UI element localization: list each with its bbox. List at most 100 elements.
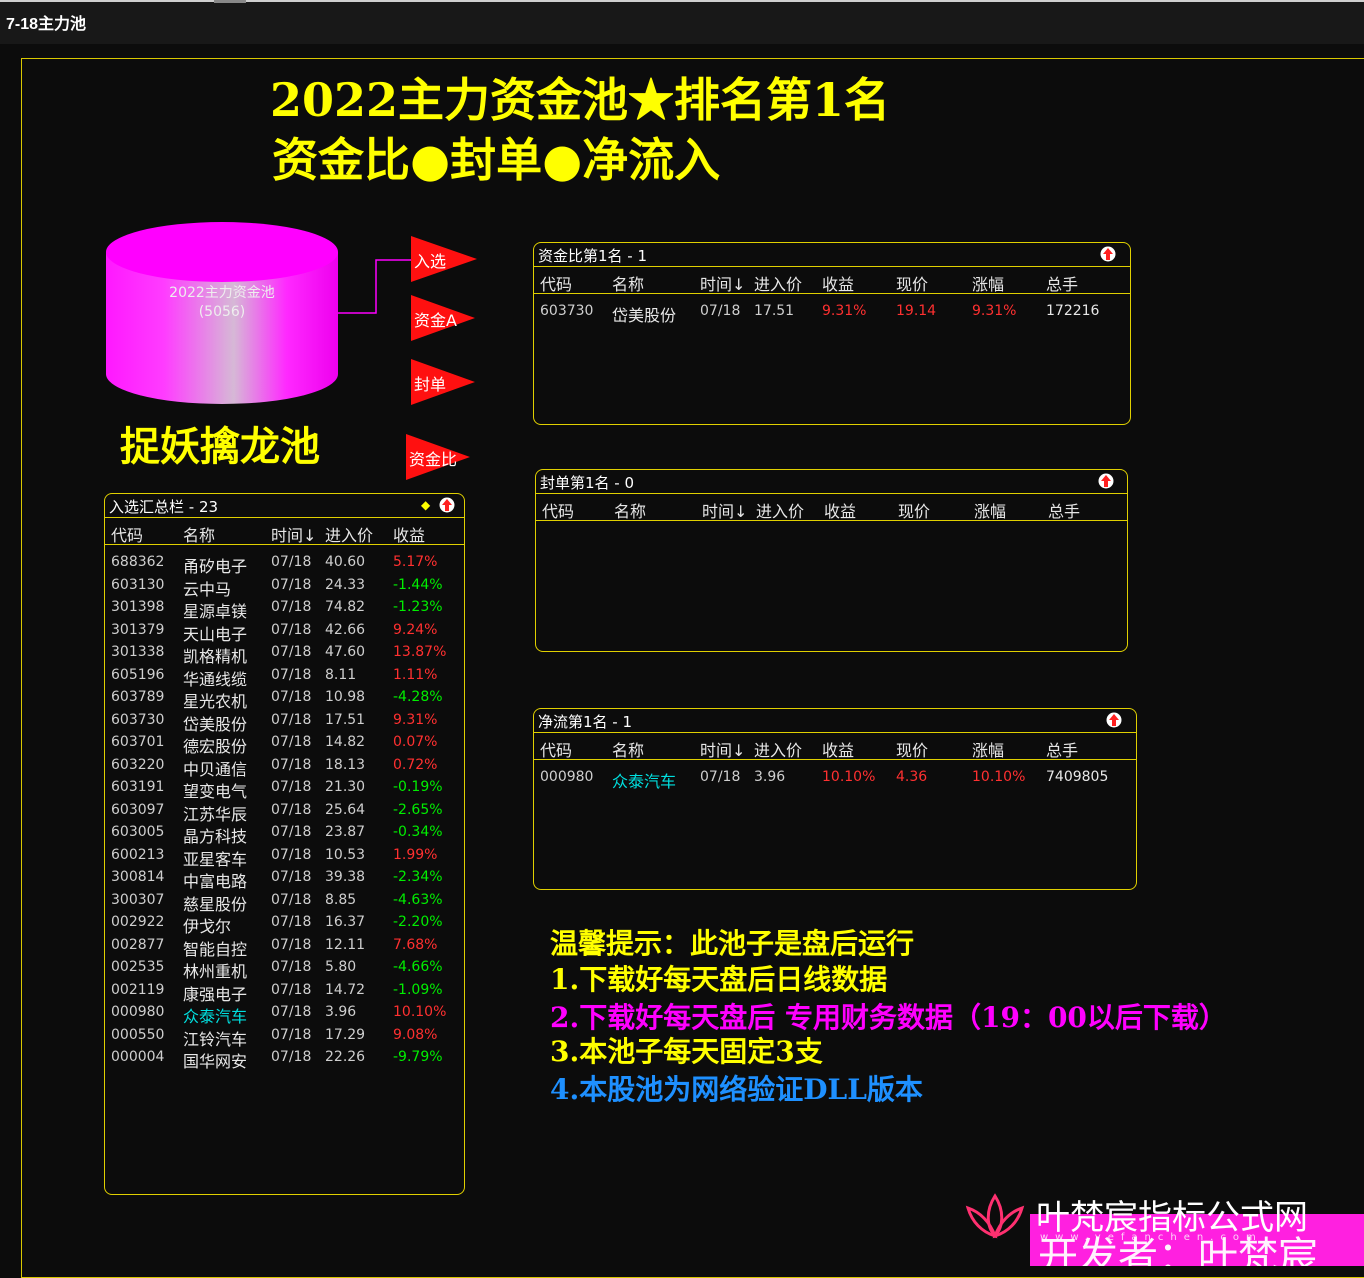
row-code: 000550 xyxy=(111,1026,165,1043)
column-header: 名称 xyxy=(612,741,645,760)
column-header: 收益 xyxy=(824,502,857,521)
row-time: 07/18 xyxy=(271,824,312,840)
column-header: 时间↓ xyxy=(700,275,746,294)
row-name: 众泰汽车 xyxy=(612,772,677,791)
flag-label: 入选 xyxy=(414,252,447,271)
notice-heading: 温馨提示：此池子是盘后运行 xyxy=(550,927,915,960)
row-name: 江铃汽车 xyxy=(183,1029,248,1049)
row-time: 07/18 xyxy=(700,769,741,785)
column-header: 总手 xyxy=(1048,502,1081,521)
row-price: 17.51 xyxy=(325,711,366,728)
flag-label: 资金A xyxy=(414,311,457,330)
row-price: 16.37 xyxy=(325,914,366,930)
row-time: 07/18 xyxy=(271,801,312,818)
row-price: 42.66 xyxy=(325,621,366,638)
column-header: 时间↓ xyxy=(700,741,746,760)
column-header: 名称 xyxy=(612,275,645,294)
flag-label: 封单 xyxy=(414,375,447,394)
row-time: 07/18 xyxy=(271,711,312,728)
row-time: 07/18 xyxy=(271,959,312,975)
row-time: 07/18 xyxy=(271,554,312,570)
row-gain: 9.31% xyxy=(822,303,867,319)
row-name: 江苏华辰 xyxy=(183,804,248,824)
row-gain: -1.09% xyxy=(393,981,443,998)
row-name: 中贝通信 xyxy=(183,759,248,779)
row-gain: -1.23% xyxy=(393,599,443,615)
row-price: 8.85 xyxy=(325,891,357,908)
column-header: 现价 xyxy=(896,741,929,760)
row-gain: 7.68% xyxy=(393,936,438,953)
row-gain: -0.34% xyxy=(393,824,443,840)
row-gain: -2.20% xyxy=(393,914,443,930)
row-code: 301398 xyxy=(111,599,165,615)
row-time: 07/18 xyxy=(271,599,312,615)
column-header: 代码 xyxy=(111,526,144,545)
row-price: 12.11 xyxy=(325,936,366,953)
notice-item-1: 1.下载好每天盘后日线数据 xyxy=(550,963,888,996)
row-time: 07/18 xyxy=(271,1049,312,1065)
column-header: 进入价 xyxy=(754,741,803,760)
row-time: 07/18 xyxy=(271,644,312,660)
column-header: 涨幅 xyxy=(972,741,1005,760)
row-name: 林州重机 xyxy=(183,962,248,981)
row-name: 天山电子 xyxy=(183,624,248,644)
notice-item-4: 4.本股池为网络验证DLL版本 xyxy=(550,1073,923,1106)
column-header: 代码 xyxy=(540,275,573,294)
row-gain: 1.99% xyxy=(393,846,438,863)
diamond-icon: ◆ xyxy=(421,498,431,512)
row-time: 07/18 xyxy=(271,891,312,908)
row-time: 07/18 xyxy=(271,846,312,863)
row-code: 603730 xyxy=(111,711,165,728)
row-gain: 10.10% xyxy=(393,1004,447,1020)
row-price: 22.26 xyxy=(325,1049,366,1065)
row-gain: 5.17% xyxy=(393,554,438,570)
row-gain: -1.44% xyxy=(393,576,443,593)
row-name: 星源卓镁 xyxy=(183,602,248,621)
row-code: 603097 xyxy=(111,801,165,818)
rank-panel-title: 净流第1名 - 1 xyxy=(538,713,633,731)
sort-up-arrow-icon[interactable] xyxy=(1100,246,1116,262)
row-time: 07/18 xyxy=(700,303,741,319)
row-price: 14.82 xyxy=(325,734,366,750)
column-header: 收益 xyxy=(822,275,855,294)
site-url: www.yefanchen.com xyxy=(1040,1232,1263,1243)
row-gain: -9.79% xyxy=(393,1049,443,1065)
row-change: 10.10% xyxy=(972,769,1026,785)
flag-label: 资金比 xyxy=(409,450,458,469)
row-name: 岱美股份 xyxy=(612,306,677,325)
row-time: 07/18 xyxy=(271,1026,312,1043)
row-gain: -4.66% xyxy=(393,959,443,975)
row-price: 23.87 xyxy=(325,824,366,840)
column-header: 涨幅 xyxy=(974,502,1007,521)
rank-panel-net-inflow: 净流第1名 - 1 代码 名称 时间↓ 进入价 收益 现价 涨幅 总手 000980 众泰汽车 07/… xyxy=(533,708,1137,890)
column-header: 总手 xyxy=(1046,275,1079,294)
row-code: 603730 xyxy=(540,303,594,319)
row-gain: 1.11% xyxy=(393,666,438,683)
row-name: 国华网安 xyxy=(183,1052,248,1071)
row-gain: -2.65% xyxy=(393,801,443,818)
row-name: 岱美股份 xyxy=(183,714,248,734)
row-gain: 0.72% xyxy=(393,756,438,773)
summary-panel-title: 入选汇总栏 - 23 xyxy=(109,498,219,516)
row-price: 14.72 xyxy=(325,981,366,998)
row-price: 17.29 xyxy=(325,1026,366,1043)
sort-up-arrow-icon[interactable] xyxy=(1098,473,1114,489)
summary-panel: 入选汇总栏 - 23 ◆ 代码 名称 时间↓ 进入价 收益 688362 甬矽电子 07/18… xyxy=(104,493,465,1195)
row-code: 603130 xyxy=(111,576,165,593)
row-code: 000004 xyxy=(111,1049,165,1065)
row-time: 07/18 xyxy=(271,779,312,795)
row-code: 301379 xyxy=(111,621,165,638)
row-price: 74.82 xyxy=(325,599,366,615)
row-name: 星光农机 xyxy=(183,692,248,711)
row-time: 07/18 xyxy=(271,734,312,750)
row-gain: 0.07% xyxy=(393,734,438,750)
row-gain: -0.19% xyxy=(393,779,443,795)
row-name: 众泰汽车 xyxy=(183,1007,248,1026)
row-name: 晶方科技 xyxy=(183,827,248,846)
row-name: 华通线缆 xyxy=(183,669,248,689)
sort-up-arrow-icon[interactable] xyxy=(1106,712,1122,728)
sort-up-arrow-icon[interactable] xyxy=(439,497,455,513)
row-time: 07/18 xyxy=(271,1004,312,1020)
row-code: 603789 xyxy=(111,689,165,705)
row-name: 甬矽电子 xyxy=(183,557,248,576)
